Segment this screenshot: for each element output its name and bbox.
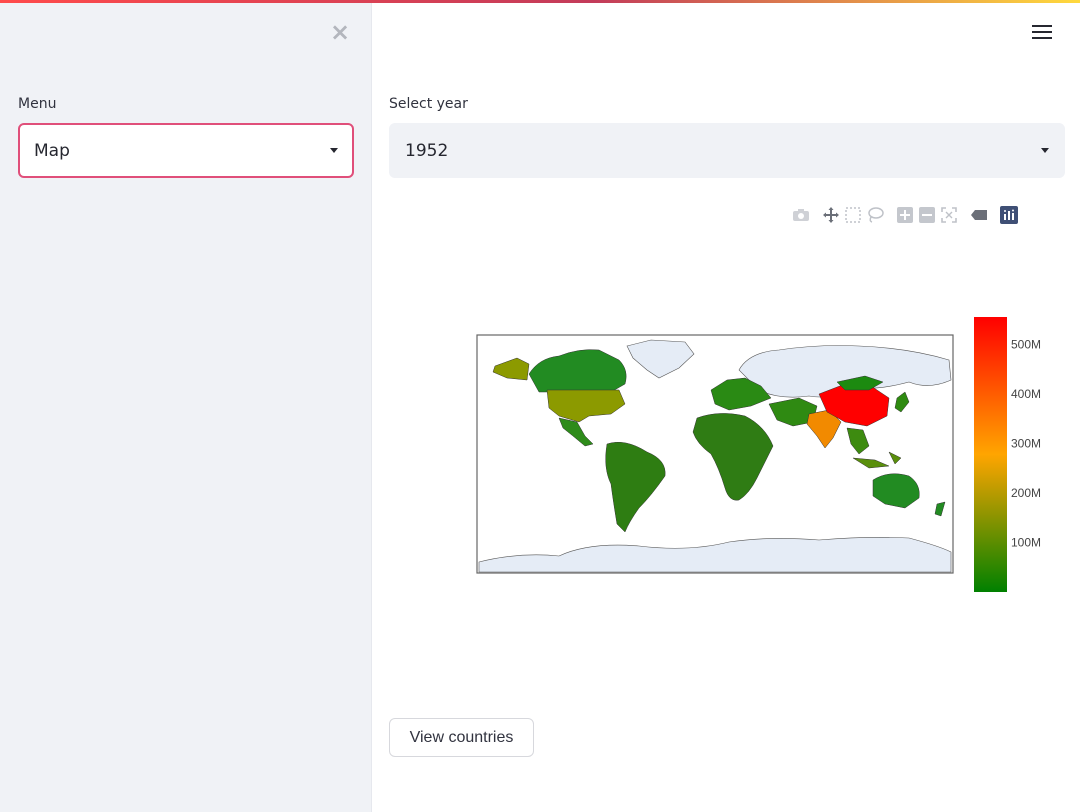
box-select-icon[interactable] <box>842 205 864 225</box>
chevron-down-icon <box>1041 148 1049 153</box>
header-decoration-bar <box>0 0 1080 3</box>
colorbar-tick-label: 100M <box>1011 536 1041 550</box>
colorbar-tick-label: 500M <box>1011 338 1041 352</box>
colorbar <box>974 317 1007 592</box>
hamburger-icon[interactable] <box>1032 25 1052 41</box>
colorbar-tick-label: 200M <box>1011 486 1041 500</box>
reset-icon[interactable] <box>938 205 960 225</box>
menu-select[interactable]: Map <box>18 123 354 178</box>
colorbar-tick-label: 300M <box>1011 437 1041 451</box>
chevron-down-icon <box>330 148 338 153</box>
hover-icon[interactable] <box>968 205 990 225</box>
plot-modebar <box>790 204 1020 226</box>
view-countries-button[interactable]: View countries <box>389 718 534 757</box>
zoom-out-icon[interactable] <box>916 205 938 225</box>
choropleth-map[interactable]: 100M 200M 300M 400M 500M <box>389 240 1065 680</box>
year-select[interactable]: 1952 <box>389 123 1065 178</box>
camera-icon[interactable] <box>790 205 812 225</box>
colorbar-tick-label: 400M <box>1011 387 1041 401</box>
plotly-logo-icon[interactable] <box>998 205 1020 225</box>
pan-icon[interactable] <box>820 205 842 225</box>
colorbar-ticks: 100M 200M 300M 400M 500M <box>1011 338 1041 550</box>
zoom-in-icon[interactable] <box>894 205 916 225</box>
menu-select-value: Map <box>34 140 70 161</box>
year-select-value: 1952 <box>405 140 449 161</box>
year-label: Select year <box>389 96 468 112</box>
sidebar: × Menu Map <box>0 0 372 812</box>
close-icon[interactable]: × <box>328 20 352 44</box>
menu-label: Menu <box>18 96 57 112</box>
lasso-icon[interactable] <box>864 205 886 225</box>
